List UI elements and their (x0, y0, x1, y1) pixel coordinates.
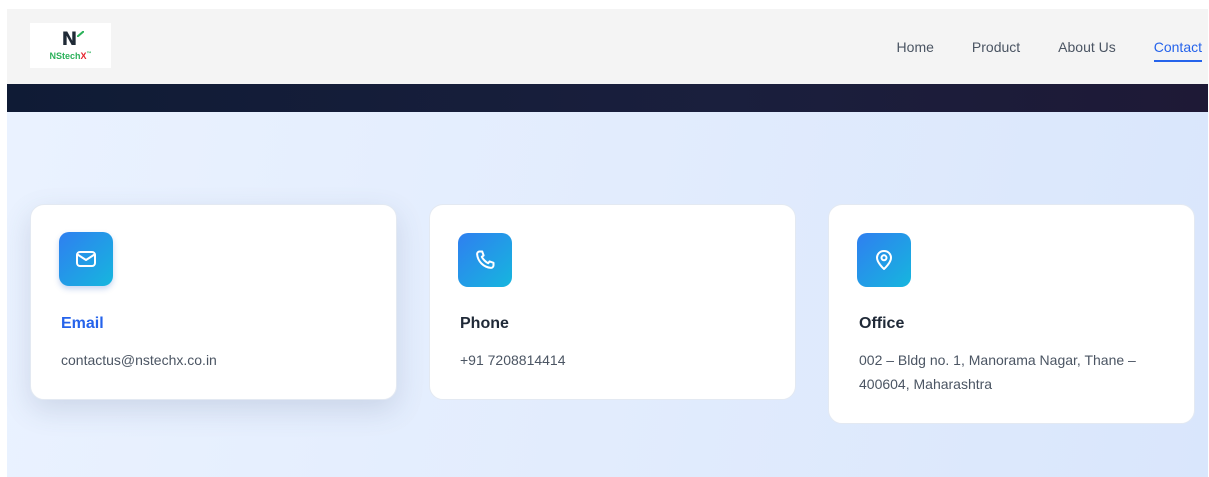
page: N NStechX™ Home Product About Us Contact (7, 9, 1208, 477)
office-title: Office (859, 315, 905, 332)
phone-title: Phone (460, 315, 509, 332)
phone-icon (458, 233, 512, 287)
email-card: Email contactus@nstechx.co.in (30, 204, 397, 400)
logo-wordmark: NStechX™ (49, 50, 92, 61)
map-pin-icon (857, 233, 911, 287)
mail-icon (59, 232, 113, 286)
logo-mark-icon: N (62, 29, 84, 48)
nav-product[interactable]: Product (972, 39, 1020, 55)
office-address: 002 – Bldg no. 1, Manorama Nagar, Thane … (859, 352, 1136, 392)
nav-contact[interactable]: Contact (1153, 39, 1203, 62)
main-nav: Home Product About Us Contact (859, 9, 1208, 84)
phone-number[interactable]: +91 7208814414 (460, 348, 778, 372)
phone-card: Phone +91 7208814414 (429, 204, 796, 400)
nav-home[interactable]: Home (897, 39, 934, 55)
contact-section: Email contactus@nstechx.co.in Phone +91 … (7, 112, 1208, 477)
brand-logo[interactable]: N NStechX™ (30, 23, 111, 68)
site-header: N NStechX™ Home Product About Us Contact (7, 9, 1208, 84)
nav-about-us[interactable]: About Us (1058, 39, 1116, 55)
logo-accent-icon (76, 30, 84, 37)
email-address[interactable]: contactus@nstechx.co.in (61, 348, 379, 372)
email-title: Email (61, 315, 104, 332)
office-card: Office 002 – Bldg no. 1, Manorama Nagar,… (828, 204, 1195, 424)
hero-band (7, 84, 1208, 112)
